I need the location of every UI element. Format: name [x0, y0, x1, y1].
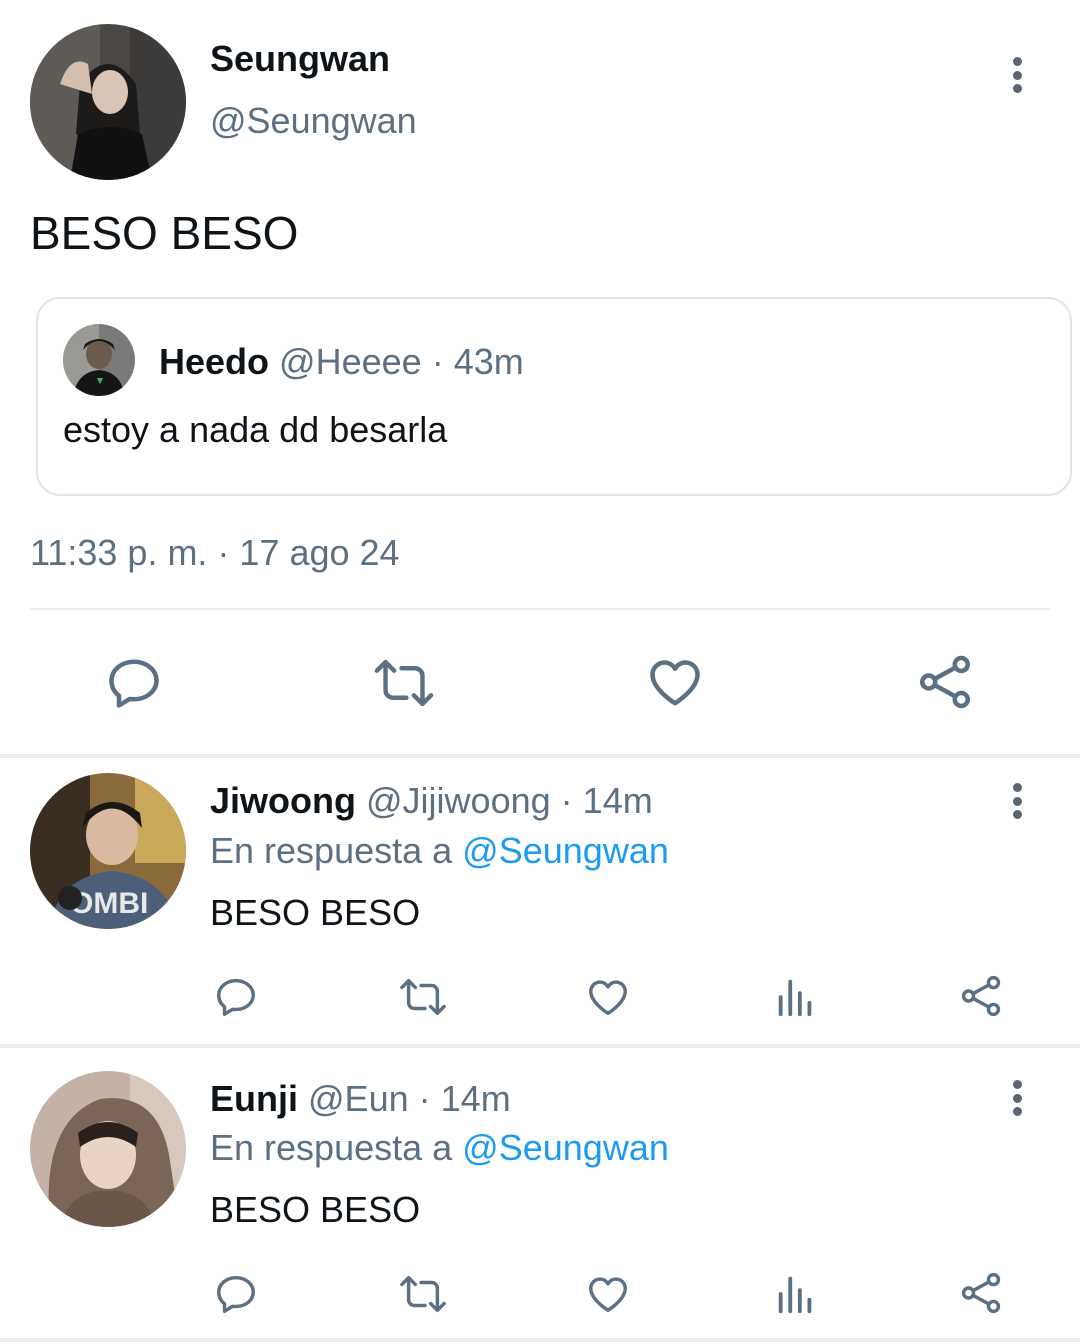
tweet-text: BESO BESO	[210, 892, 421, 933]
timestamp[interactable]: 11:33 p. m. · 17 ago 24	[30, 532, 400, 574]
more-options-icon[interactable]	[1005, 51, 1029, 99]
author-handle[interactable]: @Seungwan	[210, 100, 417, 142]
reply-to-link[interactable]: @Seungwan	[462, 1127, 669, 1168]
reply-icon[interactable]	[213, 974, 259, 1020]
author-handle[interactable]: @Jijiwoong	[366, 780, 551, 821]
author-name[interactable]: Jiwoong	[210, 780, 356, 821]
author-name[interactable]: Eunji	[210, 1078, 298, 1119]
reply-icon[interactable]	[213, 1271, 259, 1317]
share-icon[interactable]	[958, 1270, 1004, 1316]
analytics-icon[interactable]	[773, 1271, 819, 1317]
retweet-icon[interactable]	[397, 1271, 449, 1317]
reply-context: En respuesta a @Seungwan	[210, 1127, 669, 1169]
tweet-time: 14m	[440, 1078, 511, 1119]
like-icon[interactable]	[645, 652, 705, 712]
reply-icon[interactable]	[104, 653, 164, 713]
tweet-text: BESO BESO	[210, 1189, 421, 1230]
quoted-author-handle[interactable]: @Heeee	[279, 341, 422, 382]
divider	[30, 608, 1050, 610]
reply-to-link[interactable]: @Seungwan	[462, 830, 669, 871]
separator-dot: ·	[431, 341, 444, 382]
section-divider	[0, 1338, 1080, 1342]
reply-prefix: En respuesta a	[210, 1127, 453, 1168]
avatar[interactable]: OMBI	[30, 773, 186, 929]
like-icon[interactable]	[585, 1271, 631, 1317]
separator-dot: ·	[418, 1078, 431, 1119]
quoted-text: estoy a nada dd besarla	[63, 409, 448, 450]
more-options-icon[interactable]	[1005, 1074, 1029, 1122]
reply-header: Jiwoong @Jijiwoong · 14m	[210, 780, 653, 822]
more-options-icon[interactable]	[1005, 777, 1029, 825]
retweet-icon[interactable]	[397, 974, 449, 1020]
quoted-tweet-card[interactable]: Heedo @Heeee · 43m estoy a nada dd besar…	[36, 297, 1072, 496]
quoted-header: Heedo @Heeee · 43m	[159, 341, 524, 383]
share-icon[interactable]	[958, 973, 1004, 1019]
author-name[interactable]: Seungwan	[210, 38, 390, 80]
tweet-text: BESO BESO	[30, 207, 299, 259]
quoted-author-name[interactable]: Heedo	[159, 341, 269, 382]
retweet-icon[interactable]	[372, 653, 436, 713]
separator-dot: ·	[560, 780, 573, 821]
reply-context: En respuesta a @Seungwan	[210, 830, 669, 872]
svg-text:OMBI: OMBI	[70, 887, 148, 920]
section-divider	[0, 1044, 1080, 1048]
like-icon[interactable]	[585, 974, 631, 1020]
quoted-avatar	[63, 324, 135, 396]
reply-prefix: En respuesta a	[210, 830, 453, 871]
section-divider	[0, 754, 1080, 758]
avatar[interactable]	[30, 24, 186, 180]
tweet-time: 14m	[582, 780, 653, 821]
author-handle[interactable]: @Eun	[308, 1078, 409, 1119]
share-icon[interactable]	[915, 652, 975, 712]
reply-header: Eunji @Eun · 14m	[210, 1078, 511, 1120]
analytics-icon[interactable]	[773, 974, 819, 1020]
quoted-time: 43m	[453, 341, 524, 382]
avatar[interactable]	[30, 1071, 186, 1227]
